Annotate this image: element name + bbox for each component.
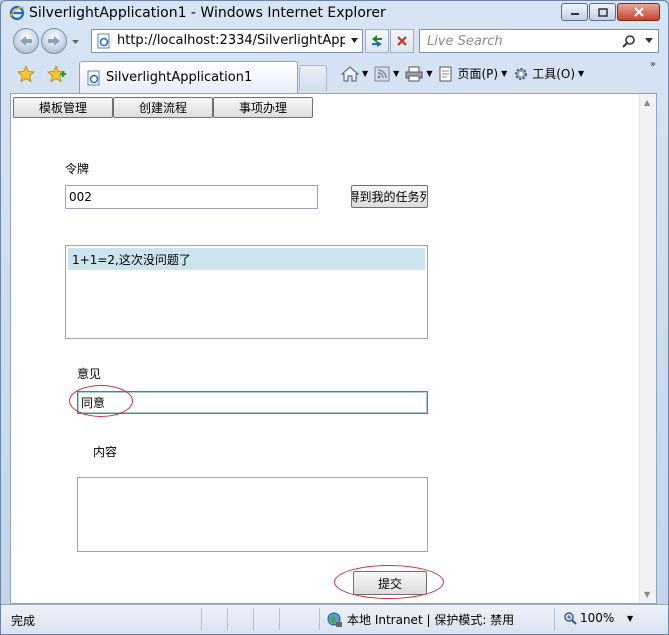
feeds-button[interactable]: ▼: [374, 66, 399, 82]
page-menu-label: 页面(P): [457, 67, 499, 81]
home-icon: [341, 65, 359, 81]
tools-menu-button[interactable]: 工具(O) ▼: [513, 65, 584, 82]
chevron-down-icon[interactable]: [350, 36, 359, 45]
status-divider: [253, 608, 254, 630]
minimize-button[interactable]: [561, 3, 588, 21]
page-icon: [87, 70, 100, 86]
stop-button[interactable]: [390, 29, 414, 53]
search-icon[interactable]: [622, 34, 636, 48]
list-item[interactable]: 1+1=2,这次没问题了: [68, 248, 425, 270]
security-zone-label: 本地 Intranet | 保护模式: 禁用: [347, 613, 515, 627]
status-divider: [201, 608, 202, 630]
task-listbox[interactable]: 1+1=2,这次没问题了: [65, 245, 428, 339]
scroll-down-icon[interactable]: ▼: [644, 590, 650, 599]
menu-task-handling[interactable]: 事项办理: [213, 97, 313, 118]
maximize-icon: [597, 7, 608, 17]
refresh-button[interactable]: [365, 29, 389, 53]
status-divider: [554, 608, 555, 630]
magnifier-icon: [564, 612, 577, 625]
status-divider: [319, 608, 320, 630]
stop-icon: [397, 36, 407, 46]
print-button[interactable]: ▼: [405, 66, 432, 82]
tools-menu-label: 工具(O): [532, 67, 576, 81]
navigation-bar: http://localhost:2334/SilverlightApplica…: [1, 25, 668, 57]
url-text[interactable]: http://localhost:2334/SilverlightApplica…: [117, 33, 345, 48]
opinion-label: 意见: [77, 367, 102, 381]
command-bar: SilverlightApplication1 ▼ ▼ ▼ 页面(P) ▼ 工具…: [1, 57, 668, 93]
content-textarea[interactable]: [77, 477, 428, 552]
address-bar[interactable]: http://localhost:2334/SilverlightApplica…: [91, 29, 363, 53]
title-bar: SilverlightApplication1 - Windows Intern…: [1, 1, 668, 25]
maximize-button[interactable]: [589, 3, 616, 21]
refresh-icon: [372, 35, 382, 47]
chevron-down-icon[interactable]: ▼: [393, 69, 399, 78]
new-tab-button[interactable]: [299, 65, 327, 91]
submit-button[interactable]: 提交: [353, 571, 427, 595]
minimize-icon: [570, 13, 579, 15]
content-label: 内容: [93, 445, 118, 459]
close-button[interactable]: [617, 3, 660, 21]
token-input[interactable]: 002: [65, 185, 318, 209]
chevron-down-icon: ▼: [501, 69, 508, 78]
status-divider: [227, 608, 228, 630]
zoom-level[interactable]: 100%: [563, 611, 614, 625]
status-text: 完成: [11, 614, 36, 628]
search-options-icon[interactable]: [645, 38, 653, 44]
chevron-down-icon: ▼: [578, 69, 585, 78]
gear-icon: [515, 67, 528, 80]
ie-logo-icon: [9, 5, 25, 21]
vertical-scrollbar[interactable]: ▲ ▼: [639, 94, 656, 603]
back-button[interactable]: [13, 28, 39, 54]
page-menu-button[interactable]: 页面(P) ▼: [438, 65, 507, 82]
token-label: 令牌: [65, 162, 90, 176]
window-title: SilverlightApplication1 - Windows Intern…: [29, 5, 386, 21]
home-button[interactable]: ▼: [341, 65, 368, 82]
search-box[interactable]: Live Search: [419, 29, 659, 53]
forward-button[interactable]: [41, 28, 67, 54]
page-menu-icon: [439, 66, 452, 81]
rss-feed-icon: [374, 66, 390, 81]
chevron-down-icon[interactable]: ▼: [627, 614, 633, 623]
page-content: 模板管理 创建流程 事项办理 令牌 002 得到我的任务列 1+1=2,这次没问…: [10, 93, 657, 604]
close-icon: [633, 7, 644, 17]
favorites-star-icon[interactable]: [17, 65, 35, 83]
menu-template-management[interactable]: 模板管理: [13, 97, 113, 118]
search-input[interactable]: Live Search: [427, 34, 503, 49]
security-zone[interactable]: 本地 Intranet | 保护模式: 禁用: [327, 611, 514, 628]
add-favorites-icon[interactable]: [47, 65, 67, 83]
menu-create-process[interactable]: 创建流程: [113, 97, 213, 118]
more-commands-icon[interactable]: »: [650, 59, 656, 70]
intranet-globe-icon: [327, 612, 342, 627]
opinion-input[interactable]: 同意: [77, 391, 428, 414]
arrow-right-icon: [48, 36, 60, 46]
page-icon: [97, 33, 110, 49]
history-dropdown-icon[interactable]: [71, 37, 80, 46]
scroll-up-icon[interactable]: ▲: [644, 98, 650, 107]
tab-label: SilverlightApplication1: [106, 70, 253, 85]
zoom-label: 100%: [580, 611, 615, 625]
chevron-down-icon[interactable]: ▼: [426, 69, 432, 78]
browser-window: SilverlightApplication1 - Windows Intern…: [0, 0, 669, 635]
get-my-tasks-button[interactable]: 得到我的任务列: [351, 185, 428, 208]
arrow-left-icon: [20, 36, 32, 46]
status-bar: 完成 本地 Intranet | 保护模式: 禁用 100% ▼: [1, 604, 668, 634]
chevron-down-icon[interactable]: ▼: [362, 69, 368, 78]
tab-silverlight-application[interactable]: SilverlightApplication1: [79, 61, 298, 93]
printer-icon: [405, 66, 423, 81]
status-divider: [279, 608, 280, 630]
